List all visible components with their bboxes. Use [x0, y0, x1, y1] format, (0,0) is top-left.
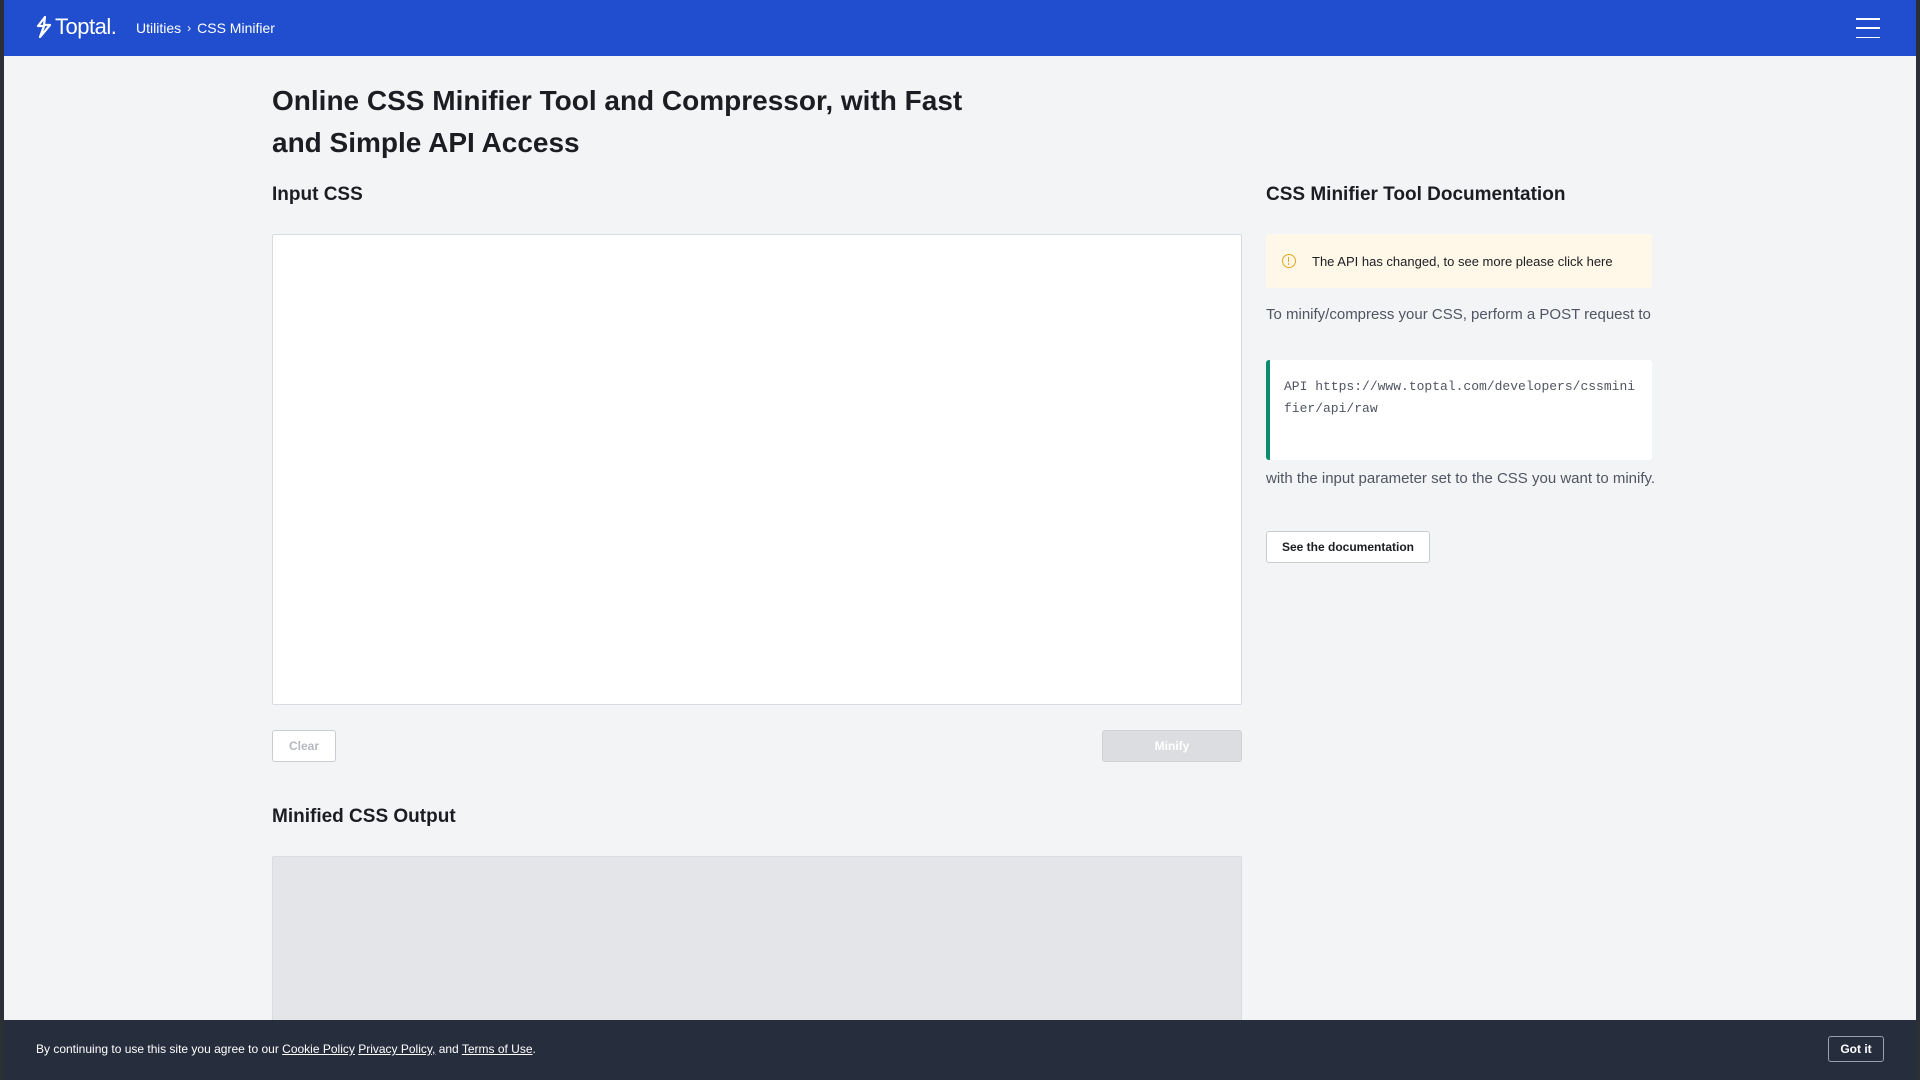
- documentation-heading: CSS Minifier Tool Documentation: [1266, 184, 1566, 205]
- toptal-logo[interactable]: Toptal.: [36, 14, 117, 40]
- top-navbar: Toptal. Utilities › CSS Minifier: [4, 0, 1916, 56]
- breadcrumb-utilities[interactable]: Utilities: [136, 20, 181, 36]
- breadcrumb: Utilities › CSS Minifier: [136, 20, 275, 36]
- logo-dot: .: [110, 14, 117, 39]
- warning-circle-icon: [1282, 254, 1296, 268]
- doc-after-text: with the input parameter set to the CSS …: [1266, 470, 1656, 487]
- breadcrumb-css-minifier[interactable]: CSS Minifier: [197, 20, 275, 36]
- privacy-policy-link[interactable]: Privacy Policy,: [358, 1042, 435, 1056]
- clear-button[interactable]: Clear: [272, 730, 336, 762]
- minified-output-heading: Minified CSS Output: [272, 806, 456, 827]
- cookie-policy-link[interactable]: Cookie Policy: [282, 1042, 355, 1056]
- see-documentation-button[interactable]: See the documentation: [1266, 531, 1430, 563]
- api-endpoint-code: API https://www.toptal.com/developers/cs…: [1266, 360, 1652, 460]
- input-css-heading: Input CSS: [272, 184, 363, 205]
- toptal-logo-icon: [36, 16, 52, 38]
- api-changed-notice-text: The API has changed, to see more please …: [1312, 253, 1613, 269]
- terms-of-use-link[interactable]: Terms of Use: [462, 1042, 533, 1056]
- logo-text: Toptal: [55, 14, 111, 39]
- cookie-prefix: By continuing to use this site you agree…: [36, 1042, 279, 1056]
- api-changed-notice[interactable]: The API has changed, to see more please …: [1266, 234, 1652, 288]
- minify-button[interactable]: Minify: [1102, 730, 1242, 762]
- page-title: Online CSS Minifier Tool and Compressor,…: [272, 85, 963, 158]
- input-css-textarea[interactable]: [272, 234, 1242, 705]
- breadcrumb-separator: ›: [187, 21, 192, 35]
- cookie-message: By continuing to use this site you agree…: [36, 1042, 536, 1056]
- cookie-and: and: [438, 1042, 459, 1056]
- cookie-suffix: .: [532, 1042, 536, 1056]
- page: Toptal. Utilities › CSS Minifier Online …: [4, 0, 1916, 1080]
- doc-intro-text: To minify/compress your CSS, perform a P…: [1266, 306, 1651, 323]
- hamburger-menu-icon[interactable]: [1856, 18, 1880, 38]
- got-it-button[interactable]: Got it: [1828, 1036, 1884, 1062]
- cookie-banner: By continuing to use this site you agree…: [4, 1020, 1916, 1080]
